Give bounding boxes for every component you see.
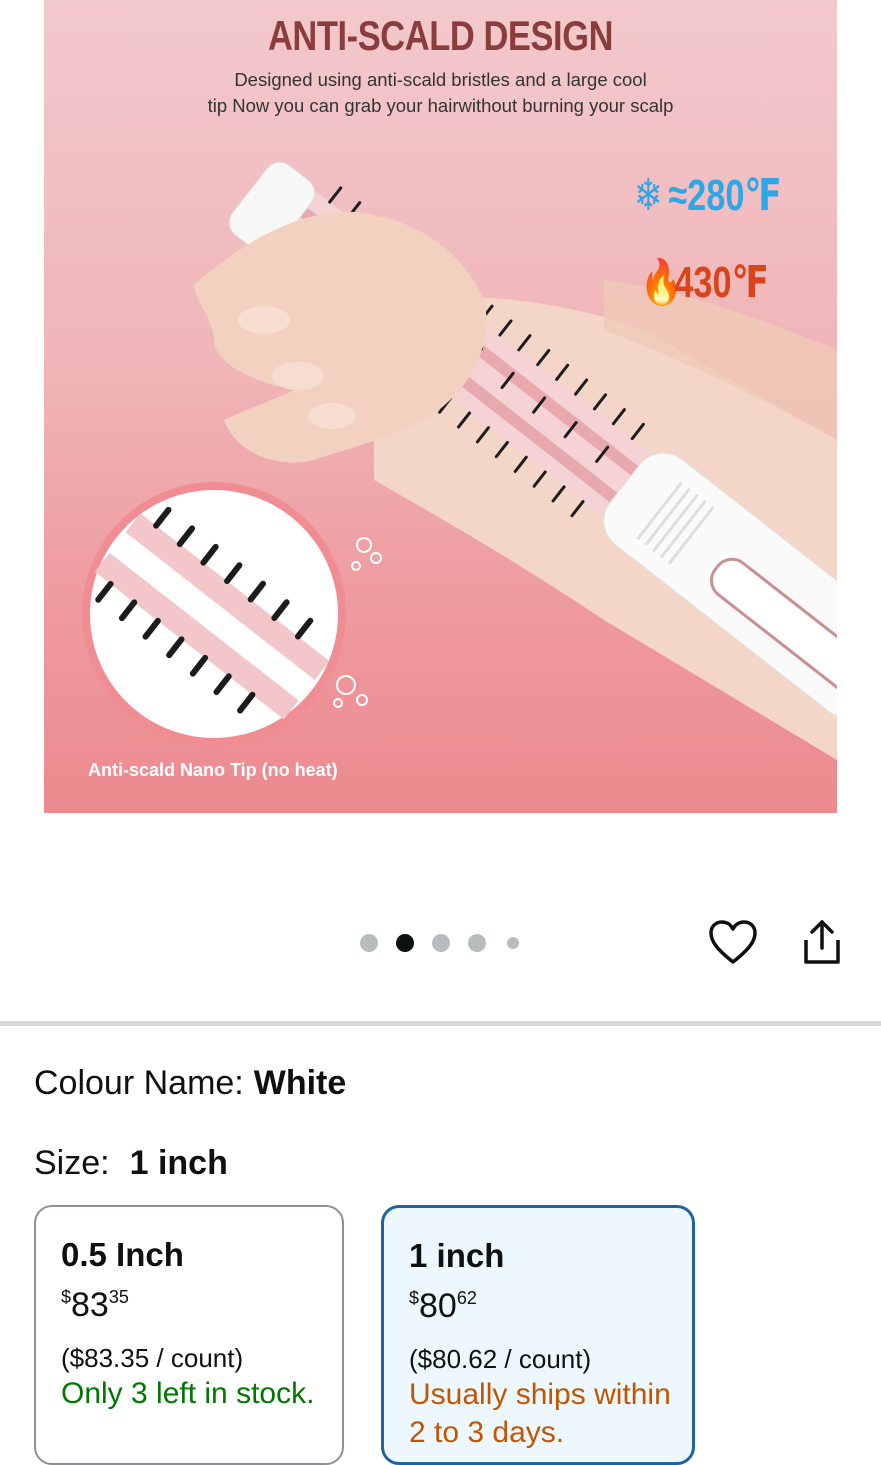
hot-temperature: 🔥430℉	[640, 256, 769, 308]
size-option-title: 0.5 Inch	[61, 1236, 184, 1273]
image-subtitle-line: tip Now you can grab your hairwithout bu…	[207, 95, 674, 116]
product-illustration	[82, 161, 837, 760]
cool-temp-value: ≈280℉	[668, 171, 782, 220]
cool-temperature: ❄ ≈280℉	[634, 170, 782, 221]
price-fraction: 35	[108, 1287, 129, 1307]
size-option-card[interactable]: 0.5 Inch $8335 ($83.35 / count) Only 3 l…	[34, 1205, 344, 1465]
size-selection: Size: 1 inch	[34, 1144, 228, 1183]
carousel-dot-active[interactable]	[396, 934, 414, 952]
price-whole: 80	[419, 1287, 457, 1325]
wishlist-button[interactable]	[708, 918, 758, 968]
tip-caption: Anti-scald Nano Tip (no heat)	[88, 760, 338, 780]
price-currency: $	[409, 1288, 420, 1308]
size-label: Size:	[34, 1144, 110, 1182]
share-button[interactable]	[800, 918, 844, 968]
image-headline: ANTI-SCALD DESIGN	[267, 12, 614, 59]
size-option-price: $8335	[61, 1285, 342, 1330]
carousel-dot[interactable]	[360, 934, 378, 952]
size-option-availability: Only 3 left in stock.	[61, 1377, 315, 1410]
section-divider	[0, 1021, 881, 1026]
snowflake-icon: ❄	[634, 171, 663, 220]
hot-temp-value: 430℉	[674, 258, 769, 307]
price-whole: 83	[71, 1286, 109, 1324]
size-value: 1 inch	[129, 1144, 228, 1182]
colour-selection: Colour Name: White	[34, 1064, 346, 1103]
product-image[interactable]: ANTI-SCALD DESIGN Designed using anti-sc…	[44, 0, 837, 813]
size-option-title: 1 inch	[409, 1237, 505, 1274]
size-option-card-selected[interactable]: 1 inch $8062 ($80.62 / count) Usually sh…	[381, 1205, 695, 1465]
colour-value: White	[253, 1064, 347, 1102]
size-option-unit-price: ($83.35 / count)	[61, 1343, 244, 1373]
carousel-dot[interactable]	[507, 937, 519, 949]
share-icon	[804, 920, 840, 964]
carousel-dot[interactable]	[468, 934, 486, 952]
price-fraction: 62	[456, 1288, 477, 1308]
colour-label: Colour Name:	[34, 1064, 244, 1102]
size-option-price: $8062	[409, 1286, 692, 1331]
image-subtitle-line: Designed using anti-scald bristles and a…	[234, 69, 647, 90]
carousel-dot[interactable]	[432, 934, 450, 952]
size-option-unit-price: ($80.62 / count)	[409, 1344, 592, 1374]
size-option-availability: Usually ships within 2 to 3 days.	[409, 1378, 671, 1449]
heart-icon	[709, 920, 757, 964]
image-subtitle: Designed using anti-scald bristles and a…	[44, 67, 837, 119]
flame-icon: 🔥	[640, 258, 683, 307]
price-currency: $	[61, 1287, 72, 1307]
